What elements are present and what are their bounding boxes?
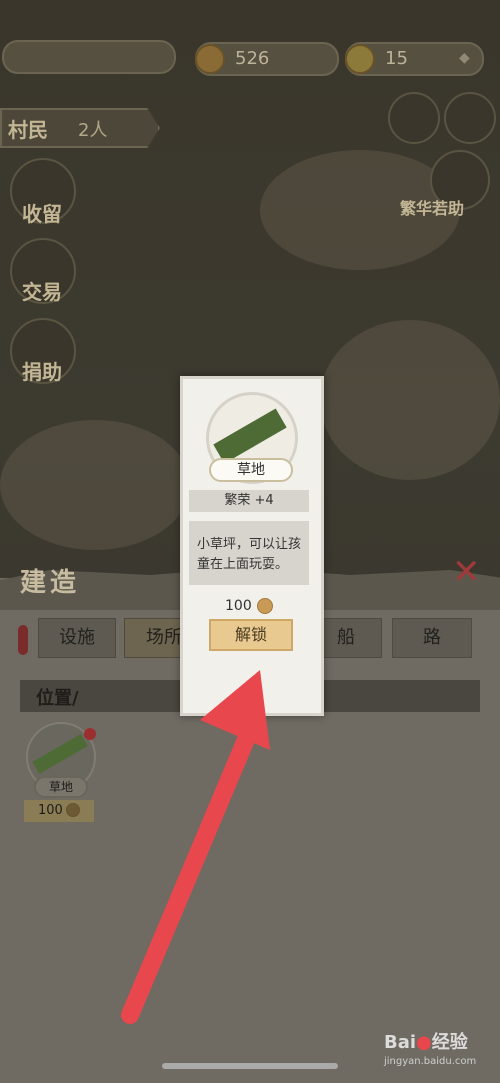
item-description: 小草坪，可以让孩童在上面玩耍。 [189,521,309,585]
coin-icon [195,44,225,74]
tab-scroll-indicator [18,625,28,655]
shop-button[interactable] [388,92,440,144]
player-info-bar[interactable] [2,40,176,74]
arrow-head [200,670,270,750]
position-label: 位置/ [36,688,79,709]
grass-card-price: 100 [38,803,63,818]
coin-icon [66,803,80,817]
shelter-label: 收留 [22,202,62,226]
coin-counter: 526 [195,42,339,76]
donate-label: 捐助 [22,360,62,384]
home-indicator[interactable] [162,1063,338,1069]
villager-label: 村民 [8,118,48,142]
baidu-logo: Bai●经验 [384,1032,468,1053]
gem-counter: 15 ◆ [345,42,484,76]
arrow-shaft [121,721,259,1024]
gem-value: 15 [385,48,408,69]
watermark-url: jingyan.baidu.com [384,1056,477,1067]
item-price: 100 [225,598,252,614]
add-gem-icon[interactable]: ◆ [459,50,470,66]
cloud-decoration [320,320,500,480]
tab-facilities[interactable]: 设施 [38,618,116,658]
prosperity-label: 繁荣 +4 [189,490,309,512]
coin-value: 526 [235,48,270,69]
grass-card-name: 草地 [34,776,88,798]
close-icon[interactable]: ✕ [452,552,481,592]
trade-label: 交易 [22,280,62,304]
villager-count: 2人 [78,120,108,141]
coin-icon [257,598,273,614]
arrow-annotation [121,670,270,1024]
tab-road[interactable]: 路 [392,618,472,658]
build-title: 建造 [20,568,81,598]
cloud-decoration [0,420,190,550]
gem-icon [345,44,375,74]
item-name: 草地 [209,458,293,482]
unlock-button[interactable]: 解锁 [209,619,293,651]
assist-label: 繁华若助 [400,199,465,218]
avatar-button[interactable] [444,92,496,144]
new-badge-icon [84,728,96,740]
